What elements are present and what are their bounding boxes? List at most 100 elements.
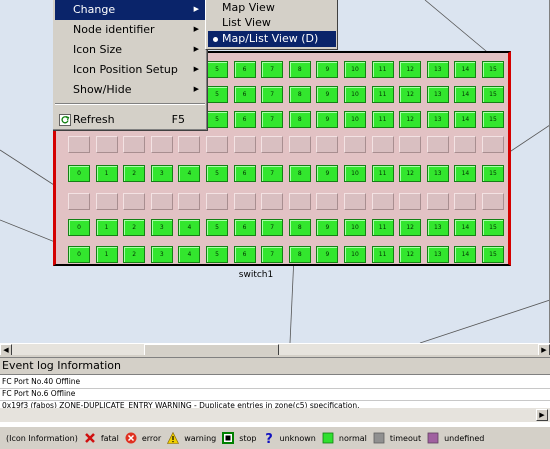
switch-port[interactable]: 8 [288, 111, 311, 128]
switch-port[interactable]: 5 [206, 111, 228, 128]
menu-item-change[interactable]: Change ▶ [55, 0, 205, 20]
switch-port[interactable]: 7 [261, 86, 284, 103]
switch-port[interactable] [206, 193, 228, 210]
switch-port[interactable]: 6 [233, 61, 256, 78]
switch-port[interactable] [316, 193, 339, 210]
switch-port[interactable]: 13 [426, 246, 449, 263]
switch-port[interactable] [288, 193, 311, 210]
switch-port[interactable]: 10 [344, 246, 366, 263]
switch-port[interactable]: 0 [68, 165, 90, 182]
switch-port[interactable]: 5 [206, 61, 228, 78]
switch-port[interactable]: 2 [123, 165, 146, 182]
switch-port[interactable] [68, 136, 90, 153]
switch-port[interactable]: 9 [316, 61, 339, 78]
switch-port[interactable]: 14 [454, 246, 477, 263]
switch-port[interactable]: 14 [454, 219, 477, 236]
pane-splitter[interactable] [0, 355, 550, 358]
switch-port[interactable]: 2 [123, 219, 146, 236]
switch-port[interactable]: 9 [316, 219, 339, 236]
switch-port[interactable]: 11 [371, 61, 394, 78]
switch-port[interactable]: 0 [68, 219, 90, 236]
switch-port[interactable]: 13 [426, 86, 449, 103]
switch-port[interactable]: 15 [482, 61, 504, 78]
switch-port[interactable] [123, 193, 146, 210]
switch-port[interactable] [261, 193, 284, 210]
submenu-item-map-list-view[interactable]: Map/List View (D) [208, 31, 336, 47]
switch-port[interactable]: 12 [399, 61, 422, 78]
switch-port[interactable] [316, 136, 339, 153]
switch-port[interactable]: 10 [344, 111, 366, 128]
switch-port[interactable] [399, 193, 422, 210]
switch-port[interactable]: 5 [206, 246, 228, 263]
scroll-right-arrow-icon[interactable]: ▶ [536, 409, 548, 421]
switch-port[interactable] [233, 193, 256, 210]
switch-port[interactable]: 1 [95, 165, 118, 182]
event-log-row[interactable]: FC Port No.6 Offline [2, 389, 75, 398]
switch-port[interactable]: 7 [261, 165, 284, 182]
event-log-scrollbar[interactable]: ▶ [0, 408, 550, 422]
switch-port[interactable]: 15 [482, 111, 504, 128]
switch-port[interactable]: 7 [261, 219, 284, 236]
switch-port[interactable]: 15 [482, 86, 504, 103]
switch-port[interactable] [426, 193, 449, 210]
switch-port[interactable] [206, 136, 228, 153]
switch-port[interactable]: 10 [344, 165, 366, 182]
switch-port[interactable]: 3 [150, 246, 173, 263]
switch-port[interactable]: 4 [178, 246, 201, 263]
switch-port[interactable]: 4 [178, 165, 201, 182]
switch-port[interactable] [399, 136, 422, 153]
switch-port[interactable] [261, 136, 284, 153]
switch-port[interactable]: 12 [399, 86, 422, 103]
switch-port[interactable] [371, 136, 394, 153]
switch-port[interactable] [150, 193, 173, 210]
submenu-item-list-view[interactable]: List View [208, 15, 336, 31]
map-horizontal-scrollbar[interactable]: ◀ ▶ [0, 343, 550, 356]
switch-port[interactable]: 3 [150, 219, 173, 236]
switch-port[interactable]: 13 [426, 61, 449, 78]
switch-port[interactable]: 7 [261, 61, 284, 78]
switch-port[interactable] [178, 136, 201, 153]
switch-port[interactable]: 12 [399, 111, 422, 128]
menu-item-refresh[interactable]: Refresh F5 [55, 110, 205, 130]
switch-port[interactable] [95, 193, 118, 210]
switch-port[interactable] [68, 193, 90, 210]
switch-port[interactable]: 10 [344, 86, 366, 103]
switch-port[interactable]: 6 [233, 86, 256, 103]
switch-port[interactable]: 13 [426, 219, 449, 236]
switch-port[interactable]: 4 [178, 219, 201, 236]
menu-item-node-identifier[interactable]: Node identifier ▶ [55, 20, 205, 40]
switch-port[interactable]: 1 [95, 219, 118, 236]
switch-port[interactable] [288, 136, 311, 153]
switch-port[interactable] [123, 136, 146, 153]
switch-port[interactable]: 11 [371, 246, 394, 263]
switch-port[interactable]: 14 [454, 86, 477, 103]
switch-port[interactable] [426, 136, 449, 153]
switch-port[interactable]: 5 [206, 219, 228, 236]
switch-port[interactable]: 11 [371, 219, 394, 236]
switch-port[interactable]: 12 [399, 246, 422, 263]
event-log-row[interactable]: FC Port No.40 Offline [2, 377, 80, 386]
menu-item-show-hide[interactable]: Show/Hide ▶ [55, 80, 205, 100]
switch-port[interactable]: 14 [454, 61, 477, 78]
switch-port[interactable]: 6 [233, 219, 256, 236]
menu-item-icon-size[interactable]: Icon Size ▶ [55, 40, 205, 60]
switch-port[interactable]: 7 [261, 111, 284, 128]
switch-port[interactable]: 13 [426, 165, 449, 182]
switch-port[interactable]: 8 [288, 246, 311, 263]
switch-port[interactable] [482, 136, 504, 153]
switch-port[interactable]: 0 [68, 246, 90, 263]
switch-port[interactable]: 14 [454, 111, 477, 128]
switch-port[interactable]: 9 [316, 165, 339, 182]
switch-port[interactable] [95, 136, 118, 153]
switch-port[interactable]: 9 [316, 111, 339, 128]
switch-port[interactable]: 11 [371, 111, 394, 128]
switch-port[interactable]: 14 [454, 165, 477, 182]
switch-port[interactable]: 15 [482, 246, 504, 263]
switch-port[interactable]: 6 [233, 165, 256, 182]
switch-port[interactable]: 6 [233, 111, 256, 128]
switch-port[interactable]: 13 [426, 111, 449, 128]
switch-port[interactable] [371, 193, 394, 210]
switch-port[interactable]: 8 [288, 165, 311, 182]
switch-port[interactable]: 8 [288, 61, 311, 78]
switch-port[interactable]: 15 [482, 165, 504, 182]
